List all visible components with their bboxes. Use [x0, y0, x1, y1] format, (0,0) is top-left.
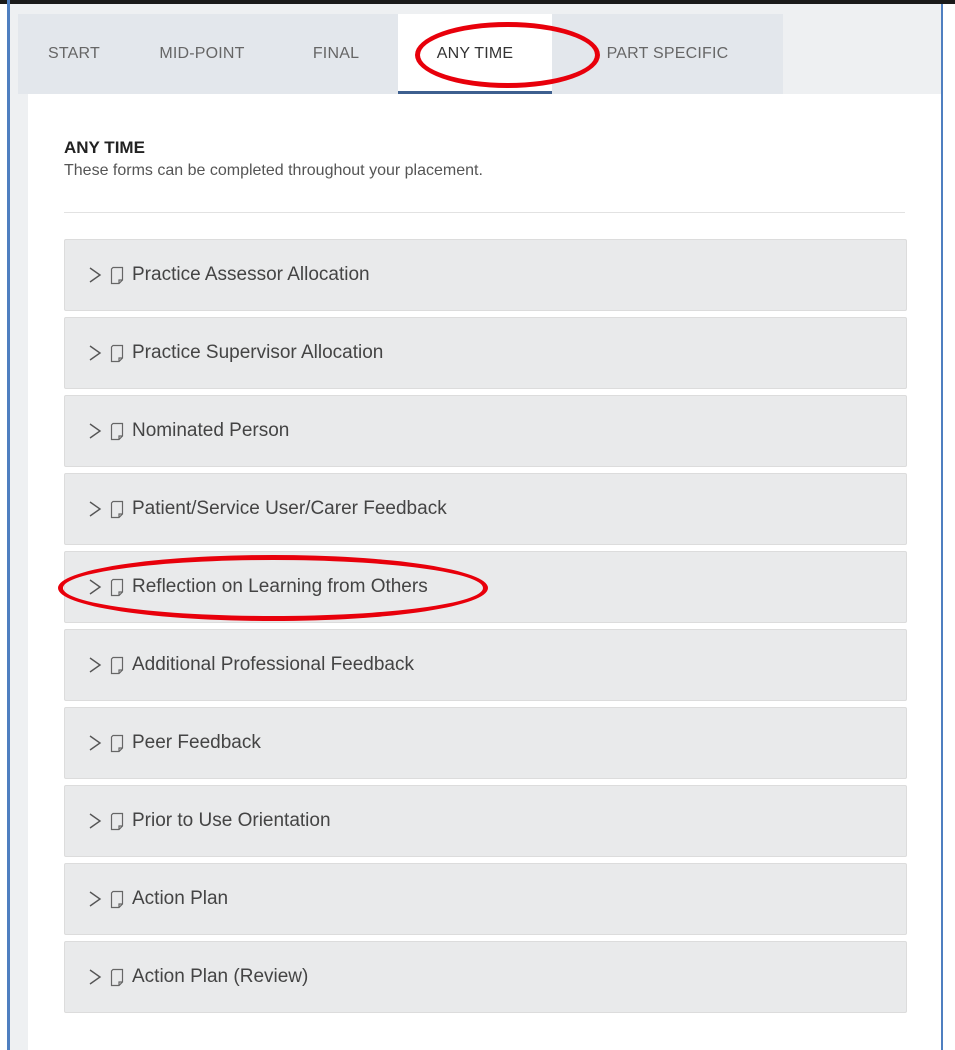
- form-item-label: Peer Feedback: [132, 732, 261, 753]
- document-icon: [109, 967, 127, 987]
- form-item-action-plan[interactable]: Action Plan: [64, 863, 907, 935]
- chevron-right-icon: [87, 499, 103, 519]
- form-item-label: Action Plan (Review): [132, 966, 309, 987]
- form-item-reflection-on-learning[interactable]: Reflection on Learning from Others: [64, 551, 907, 623]
- form-item-label: Additional Professional Feedback: [132, 654, 415, 675]
- tab-part-specific[interactable]: PART SPECIFIC: [552, 14, 783, 94]
- form-item-label: Action Plan: [132, 888, 229, 909]
- tab-final[interactable]: FINAL: [274, 14, 398, 94]
- section-description: These forms can be completed throughout …: [64, 162, 483, 179]
- chevron-right-icon: [87, 655, 103, 675]
- document-icon: [109, 889, 127, 909]
- chevron-right-icon: [87, 811, 103, 831]
- document-icon: [109, 265, 127, 285]
- document-icon: [109, 577, 127, 597]
- tab-bar: START MID-POINT FINAL ANY TIME PART SPEC…: [18, 14, 783, 94]
- form-item-label: Reflection on Learning from Others: [132, 576, 428, 597]
- document-icon: [109, 421, 127, 441]
- tab-mid-point[interactable]: MID-POINT: [130, 14, 274, 94]
- form-item-label: Prior to Use Orientation: [132, 810, 331, 831]
- chevron-right-icon: [87, 343, 103, 363]
- chevron-right-icon: [87, 421, 103, 441]
- section-title: ANY TIME: [64, 138, 145, 157]
- form-item-label: Nominated Person: [132, 420, 290, 441]
- form-item-practice-supervisor-allocation[interactable]: Practice Supervisor Allocation: [64, 317, 907, 389]
- document-icon: [109, 343, 127, 363]
- section-divider: [64, 212, 905, 213]
- chevron-right-icon: [87, 889, 103, 909]
- form-item-prior-to-use-orientation[interactable]: Prior to Use Orientation: [64, 785, 907, 857]
- form-item-label: Practice Supervisor Allocation: [132, 342, 384, 363]
- document-icon: [109, 655, 127, 675]
- tab-any-time[interactable]: ANY TIME: [398, 14, 552, 94]
- chevron-right-icon: [87, 733, 103, 753]
- document-icon: [109, 811, 127, 831]
- form-item-additional-professional-feedback[interactable]: Additional Professional Feedback: [64, 629, 907, 701]
- form-list: Practice Assessor Allocation Practice Su…: [64, 239, 907, 1019]
- chevron-right-icon: [87, 577, 103, 597]
- window-right-border: [941, 4, 943, 1050]
- chevron-right-icon: [87, 265, 103, 285]
- form-item-label: Patient/Service User/Carer Feedback: [132, 498, 447, 519]
- chevron-right-icon: [87, 967, 103, 987]
- form-item-patient-feedback[interactable]: Patient/Service User/Carer Feedback: [64, 473, 907, 545]
- form-item-practice-assessor-allocation[interactable]: Practice Assessor Allocation: [64, 239, 907, 311]
- form-item-action-plan-review[interactable]: Action Plan (Review): [64, 941, 907, 1013]
- document-icon: [109, 499, 127, 519]
- form-item-peer-feedback[interactable]: Peer Feedback: [64, 707, 907, 779]
- tab-panel: ANY TIME These forms can be completed th…: [28, 94, 941, 1050]
- form-item-label: Practice Assessor Allocation: [132, 264, 370, 285]
- tab-start[interactable]: START: [18, 14, 130, 94]
- form-item-nominated-person[interactable]: Nominated Person: [64, 395, 907, 467]
- document-icon: [109, 733, 127, 753]
